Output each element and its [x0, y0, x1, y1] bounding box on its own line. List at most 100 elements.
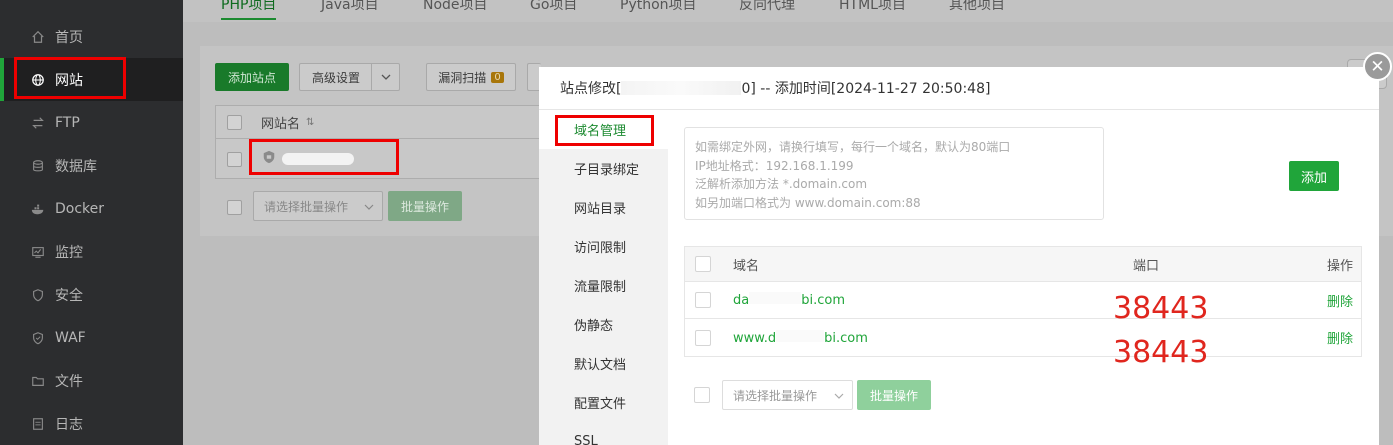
modal-title-redacted [621, 81, 742, 95]
site-name-redacted[interactable] [282, 153, 354, 165]
sort-icon[interactable]: ⇅ [306, 117, 314, 128]
batch-select-all-checkbox[interactable] [227, 200, 242, 215]
tab-html[interactable]: HTML项目 [839, 0, 906, 14]
sidebar-item-label: 监控 [55, 244, 83, 261]
chevron-down-icon [371, 64, 399, 90]
sidebar-item-label: 日志 [55, 416, 83, 433]
vuln-count-badge: 0 [491, 71, 504, 83]
domain-textarea[interactable]: 如需绑定外网，请换行填写，每行一个域名，默认为80端口 IP地址格式：192.1… [684, 127, 1104, 220]
menu-rewrite[interactable]: 伪静态 [539, 305, 668, 344]
delete-link[interactable]: 删除 [1327, 328, 1353, 347]
domain-table: 域名 端口 操作 da bi.com 删除 www.d bi.com 删除 [684, 246, 1362, 357]
add-domain-button[interactable]: 添加 [1289, 161, 1339, 191]
row-checkbox[interactable] [695, 292, 711, 308]
docker-icon [30, 201, 46, 217]
delete-link[interactable]: 删除 [1327, 291, 1353, 310]
add-site-button[interactable]: 添加站点 [215, 63, 289, 91]
modal-title: 站点修改[ 0] -- 添加时间[2024-11-27 20:50:48] [539, 67, 1379, 110]
domain-redacted [749, 292, 802, 304]
home-icon [30, 29, 46, 45]
menu-subdirectory-binding[interactable]: 子目录绑定 [539, 149, 668, 188]
tab-other[interactable]: 其他项目 [949, 0, 1005, 14]
select-all-checkbox[interactable] [227, 114, 242, 130]
menu-domain-management[interactable]: 域名管理 [539, 110, 668, 149]
tab-java[interactable]: Java项目 [321, 0, 379, 14]
menu-config-file[interactable]: 配置文件 [539, 383, 668, 422]
menu-default-document[interactable]: 默认文档 [539, 344, 668, 383]
modal-side-menu: 域名管理 子目录绑定 网站目录 访问限制 流量限制 伪静态 默认文档 配置文件 … [539, 110, 668, 445]
advanced-settings-button[interactable]: 高级设置 [299, 63, 400, 91]
sidebar-item-logs[interactable]: 日志 [0, 402, 183, 445]
sidebar-item-label: WAF [55, 329, 86, 346]
sidebar-item-ftp[interactable]: FTP [0, 101, 183, 144]
site-edit-modal: 站点修改[ 0] -- 添加时间[2024-11-27 20:50:48] 域名… [539, 67, 1379, 445]
row-checkbox[interactable] [227, 151, 242, 167]
sidebar-item-label: 安全 [55, 287, 83, 304]
waf-icon [30, 330, 46, 346]
row-checkbox[interactable] [695, 329, 711, 346]
textarea-hint-line: 如需绑定外网，请换行填写，每行一个域名，默认为80端口 [695, 140, 1011, 154]
domain-redacted [776, 329, 825, 342]
menu-access-limit[interactable]: 访问限制 [539, 227, 668, 266]
menu-traffic-limit[interactable]: 流量限制 [539, 266, 668, 305]
database-icon [30, 158, 46, 174]
domain-table-header: 域名 端口 操作 [685, 247, 1361, 282]
sidebar-item-docker[interactable]: Docker [0, 187, 183, 230]
annotation-port-1: 38443 [1113, 291, 1209, 326]
ftp-icon [30, 115, 46, 131]
batch-select-all-checkbox[interactable] [694, 387, 710, 403]
col-site-name[interactable]: 网站名 [261, 113, 300, 132]
sidebar-item-waf[interactable]: WAF [0, 316, 183, 359]
sidebar-item-files[interactable]: 文件 [0, 359, 183, 402]
table-row: da bi.com 删除 [685, 282, 1361, 319]
batch-action-button[interactable]: 批量操作 [857, 380, 931, 410]
sidebar-item-label: 网站 [55, 72, 83, 89]
menu-site-directory[interactable]: 网站目录 [539, 188, 668, 227]
advanced-settings-label: 高级设置 [312, 70, 361, 85]
domain-link[interactable]: da bi.com [733, 292, 845, 308]
sidebar-item-monitor[interactable]: 监控 [0, 230, 183, 273]
project-tabs: PHP项目 Java项目 Node项目 Go项目 Python项目 反向代理 H… [183, 0, 1393, 22]
table-row [216, 139, 544, 179]
vuln-scan-label: 漏洞扫描 [438, 70, 487, 85]
sidebar-item-website[interactable]: 网站 [0, 58, 183, 101]
sidebar-item-label: FTP [55, 114, 80, 131]
site-shield-icon [262, 150, 276, 168]
textarea-hint-line: 如另加端口格式为 www.domain.com:88 [695, 195, 921, 210]
annotation-port-2: 38443 [1113, 335, 1209, 370]
tab-go[interactable]: Go项目 [530, 0, 577, 14]
vuln-scan-button[interactable]: 漏洞扫描 0 [426, 63, 516, 91]
menu-ssl[interactable]: SSL [539, 422, 668, 445]
sidebar-item-home[interactable]: 首页 [0, 15, 183, 58]
tab-reverse-proxy[interactable]: 反向代理 [739, 0, 795, 14]
domain-text-start: da [733, 293, 750, 308]
chevron-down-icon [834, 388, 844, 402]
globe-icon [30, 72, 46, 88]
col-action: 操作 [1326, 258, 1353, 274]
sidebar-item-label: 数据库 [55, 158, 97, 175]
site-table-header: 网站名 ⇅ [216, 106, 544, 139]
sidebar-item-label: 文件 [55, 373, 83, 390]
table-row: www.d bi.com 删除 [685, 319, 1361, 356]
batch-action-button[interactable]: 批量操作 [388, 191, 462, 221]
site-table: 网站名 ⇅ [215, 105, 545, 179]
select-all-checkbox[interactable] [695, 256, 711, 272]
textarea-hint-line: IP地址格式：192.168.1.199 [695, 158, 854, 173]
sidebar-item-database[interactable]: 数据库 [0, 144, 183, 187]
domain-text-end: bi.com [801, 293, 845, 308]
tab-python[interactable]: Python项目 [620, 0, 697, 14]
tab-node[interactable]: Node项目 [423, 0, 488, 14]
domain-link[interactable]: www.d bi.com [733, 329, 868, 346]
modal-title-prefix: 站点修改[ [560, 81, 622, 97]
batch-action-select[interactable]: 请选择批量操作 [722, 380, 853, 410]
shield-icon [30, 287, 46, 303]
batch-action-select[interactable]: 请选择批量操作 [253, 191, 383, 221]
tab-php[interactable]: PHP项目 [221, 0, 277, 20]
col-domain: 域名 [733, 258, 760, 274]
batch-action-select-label: 请选择批量操作 [264, 199, 349, 214]
folder-icon [30, 373, 46, 389]
sidebar-item-security[interactable]: 安全 [0, 273, 183, 316]
log-icon [30, 416, 46, 432]
close-icon[interactable]: ✕ [1363, 52, 1392, 81]
sidebar: 首页 网站 FTP 数据库 Docker 监控 安全 WAF 文件 日志 [0, 0, 183, 445]
